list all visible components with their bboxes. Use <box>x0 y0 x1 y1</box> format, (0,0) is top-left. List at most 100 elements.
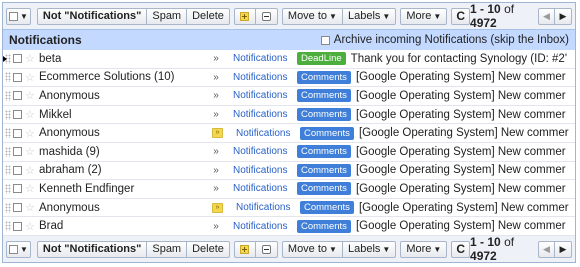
delete-button[interactable]: Delete <box>187 240 230 258</box>
spam-button[interactable]: Spam <box>147 240 188 258</box>
important-marker-icon[interactable]: » <box>212 202 223 213</box>
row-checkbox[interactable] <box>13 54 22 64</box>
archive-checkbox[interactable] <box>320 35 330 45</box>
drag-handle-icon[interactable] <box>5 146 11 157</box>
label-tag[interactable]: Notifications <box>233 72 297 83</box>
star-icon[interactable]: ☆ <box>25 182 36 195</box>
importance-arrow-icon[interactable]: » <box>209 72 223 83</box>
drag-handle-icon[interactable] <box>5 90 11 101</box>
labels-button[interactable]: Labels ▼ <box>342 7 397 25</box>
row-checkbox[interactable] <box>13 203 22 213</box>
label-tag[interactable]: Notifications <box>236 202 300 213</box>
label-badge[interactable]: Comments <box>300 126 354 140</box>
refresh-button[interactable]: C <box>451 240 471 258</box>
drag-handle-icon[interactable] <box>5 109 11 120</box>
row-checkbox[interactable] <box>13 221 22 231</box>
importance-arrow-icon[interactable]: » <box>209 53 223 64</box>
label-badge[interactable]: Comments <box>300 201 354 215</box>
important-marker-icon[interactable]: » <box>212 128 223 139</box>
label-tag[interactable]: Notifications <box>233 146 297 157</box>
remove-label-button[interactable]: Not "Notifications" <box>36 240 148 258</box>
select-all-dropdown[interactable]: ▼ <box>6 240 31 258</box>
drag-handle-icon[interactable] <box>5 221 11 232</box>
star-icon[interactable]: ☆ <box>25 127 36 140</box>
label-tag[interactable]: Notifications <box>233 183 297 194</box>
message-subject: [Google Operating System] New commer <box>355 108 566 121</box>
importance-arrow-icon[interactable]: » <box>209 109 223 120</box>
star-icon[interactable]: ☆ <box>25 71 36 84</box>
label-tag[interactable]: Notifications <box>233 90 297 101</box>
label-tag[interactable]: Notifications <box>233 165 297 176</box>
label-badge[interactable]: Comments <box>297 163 351 177</box>
row-checkbox[interactable] <box>13 91 22 101</box>
message-row[interactable]: ☆ beta » Notifications DeadLine Thank you for… <box>3 50 575 69</box>
refresh-icon: C <box>456 9 465 23</box>
label-badge[interactable]: DeadLine <box>297 52 346 66</box>
label-badge[interactable]: Comments <box>297 219 351 233</box>
remove-label-button[interactable]: Not "Notifications" <box>36 7 148 25</box>
message-row[interactable]: ☆ Anonymous » Notifications Comments [Google … <box>3 124 575 143</box>
importance-arrow-icon[interactable]: » <box>209 165 223 176</box>
select-all-dropdown[interactable]: ▼ <box>6 7 31 25</box>
row-checkbox[interactable] <box>13 184 22 194</box>
row-checkbox[interactable] <box>13 147 22 157</box>
drag-handle-icon[interactable] <box>5 72 11 83</box>
mark-not-important-button[interactable] <box>255 7 278 25</box>
message-row[interactable]: ☆ Anonymous » Notifications Comments [Google … <box>3 87 575 106</box>
message-row[interactable]: ☆ mashida (9) » Notifications Comments [Googl… <box>3 143 575 162</box>
star-icon[interactable]: ☆ <box>25 220 36 233</box>
label-tag[interactable]: Notifications <box>236 128 300 139</box>
caret-down-icon: ▼ <box>20 11 28 21</box>
drag-handle-icon[interactable] <box>5 202 11 213</box>
row-checkbox[interactable] <box>13 72 22 82</box>
drag-handle-icon[interactable] <box>5 165 11 176</box>
prev-page-button[interactable]: ◀ <box>538 240 555 258</box>
importance-arrow-icon[interactable]: » <box>209 146 223 157</box>
move-to-button[interactable]: Move to ▼ <box>281 240 343 258</box>
importance-arrow-icon[interactable]: » <box>209 221 223 232</box>
star-icon[interactable]: ☆ <box>25 52 36 65</box>
spam-button[interactable]: Spam <box>147 7 188 25</box>
message-row[interactable]: ☆ Brad » Notifications Comments [Google Opera… <box>3 217 575 236</box>
prev-page-button[interactable]: ◀ <box>538 7 555 25</box>
importance-arrow-icon[interactable]: » <box>209 90 223 101</box>
mark-important-button[interactable] <box>233 240 256 258</box>
move-to-button[interactable]: Move to ▼ <box>281 7 343 25</box>
mark-not-important-button[interactable] <box>255 240 278 258</box>
label-badge[interactable]: Comments <box>297 182 351 196</box>
label-badge[interactable]: Comments <box>297 145 351 159</box>
row-checkbox[interactable] <box>13 128 22 138</box>
label-badge[interactable]: Comments <box>297 108 351 122</box>
message-subject: [Google Operating System] New commer <box>355 182 566 195</box>
message-row[interactable]: ☆ abraham (2) » Notifications Comments [Googl… <box>3 162 575 181</box>
drag-handle-icon[interactable] <box>5 128 11 139</box>
message-row[interactable]: ☆ Ecommerce Solutions (10) » Notifications C… <box>3 69 575 88</box>
star-icon[interactable]: ☆ <box>25 89 36 102</box>
delete-button[interactable]: Delete <box>187 7 230 25</box>
more-button[interactable]: More ▼ <box>400 7 448 25</box>
refresh-button[interactable]: C <box>451 7 471 25</box>
label-tag[interactable]: Notifications <box>233 109 297 120</box>
importance-arrow-icon[interactable]: » <box>209 183 223 194</box>
label-badge[interactable]: Comments <box>297 89 351 103</box>
label-tag[interactable]: Notifications <box>233 53 297 64</box>
drag-handle-icon[interactable] <box>5 183 11 194</box>
labels-button[interactable]: Labels ▼ <box>342 240 397 258</box>
row-checkbox[interactable] <box>13 110 22 120</box>
star-icon[interactable]: ☆ <box>25 201 36 214</box>
message-row[interactable]: ☆ Mikkel » Notifications Comments [Google Ope… <box>3 106 575 125</box>
sender-name: mashida (9) <box>39 145 100 158</box>
next-page-button[interactable]: ▶ <box>555 240 572 258</box>
star-icon[interactable]: ☆ <box>25 164 36 177</box>
star-icon[interactable]: ☆ <box>25 108 36 121</box>
archive-option[interactable]: Archive incoming Notifications (skip the… <box>320 34 569 46</box>
mark-important-button[interactable] <box>233 7 256 25</box>
star-icon[interactable]: ☆ <box>25 145 36 158</box>
more-button[interactable]: More ▼ <box>400 240 448 258</box>
row-checkbox[interactable] <box>13 165 22 175</box>
message-row[interactable]: ☆ Anonymous » Notifications Comments [Google … <box>3 199 575 218</box>
label-tag[interactable]: Notifications <box>233 221 297 232</box>
label-badge[interactable]: Comments <box>297 70 351 84</box>
next-page-button[interactable]: ▶ <box>555 7 572 25</box>
message-row[interactable]: ☆ Kenneth Endfinger » Notifications Comments… <box>3 180 575 199</box>
